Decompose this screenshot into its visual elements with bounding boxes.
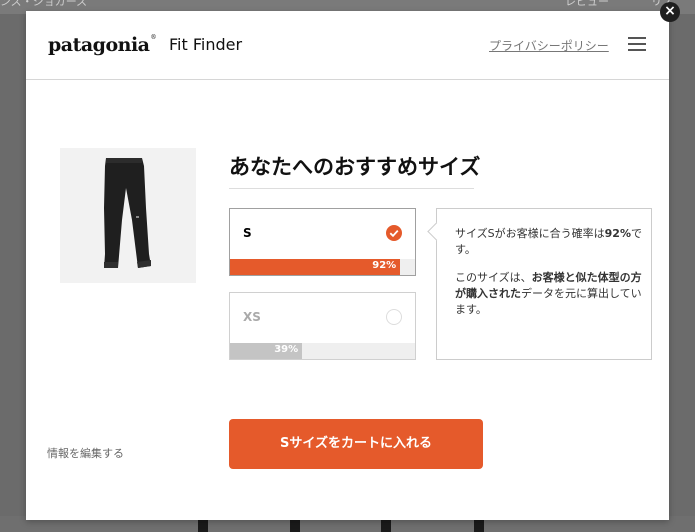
background-product-thumb xyxy=(198,519,208,532)
hamburger-icon[interactable] xyxy=(628,37,646,51)
info-tooltip: サイズSがお客様に合う確率は92%です。 このサイズは、お客様と似た体型の方が購… xyxy=(427,208,652,360)
size-label: S xyxy=(243,226,252,240)
size-option-xs[interactable]: XS 39% xyxy=(229,292,416,360)
jogger-pants-icon xyxy=(104,158,151,268)
size-option-s[interactable]: S 92% xyxy=(229,208,416,276)
add-to-cart-button[interactable]: Sサイズをカートに入れる xyxy=(229,419,483,469)
background-breadcrumb-text: ンズ・ジョガーズ xyxy=(0,0,88,8)
close-icon[interactable]: × xyxy=(660,2,680,22)
background-product-thumb xyxy=(474,519,484,532)
probability-bar: 39% xyxy=(230,343,415,359)
fit-finder-modal: patagonia® Fit Finder プライバシーポリシー あなたへのおす… xyxy=(26,11,669,520)
data-explanation: このサイズは、お客様と似た体型の方が購入されたデータを元に算出しています。 xyxy=(455,271,642,316)
probability-bar-fill: 92% xyxy=(230,259,401,275)
modal-header: patagonia® Fit Finder プライバシーポリシー xyxy=(26,11,669,80)
probability-bar: 92% xyxy=(230,259,415,275)
probability-bar-fill: 39% xyxy=(230,343,303,359)
size-label: XS xyxy=(243,310,261,324)
app-title: Fit Finder xyxy=(169,35,243,54)
privacy-policy-link[interactable]: プライバシーポリシー xyxy=(489,37,609,54)
check-icon xyxy=(386,225,402,241)
background-review-link: レビュー xyxy=(565,0,609,8)
tooltip-arrow xyxy=(427,222,446,241)
title-divider xyxy=(229,188,474,189)
product-image xyxy=(60,148,196,283)
probability-text: 92% xyxy=(372,260,397,271)
background-product-thumb xyxy=(381,519,391,532)
probability-text: 39% xyxy=(274,344,299,355)
recommendation-title: あなたへのおすすめサイズ xyxy=(229,155,481,179)
background-product-thumb xyxy=(290,519,300,532)
patagonia-logo: patagonia® xyxy=(48,34,156,56)
edit-info-link[interactable]: 情報を編集する xyxy=(47,445,124,461)
radio-empty-icon xyxy=(386,309,402,325)
probability-explanation: サイズSがお客様に合う確率は92%です。 xyxy=(455,227,642,256)
